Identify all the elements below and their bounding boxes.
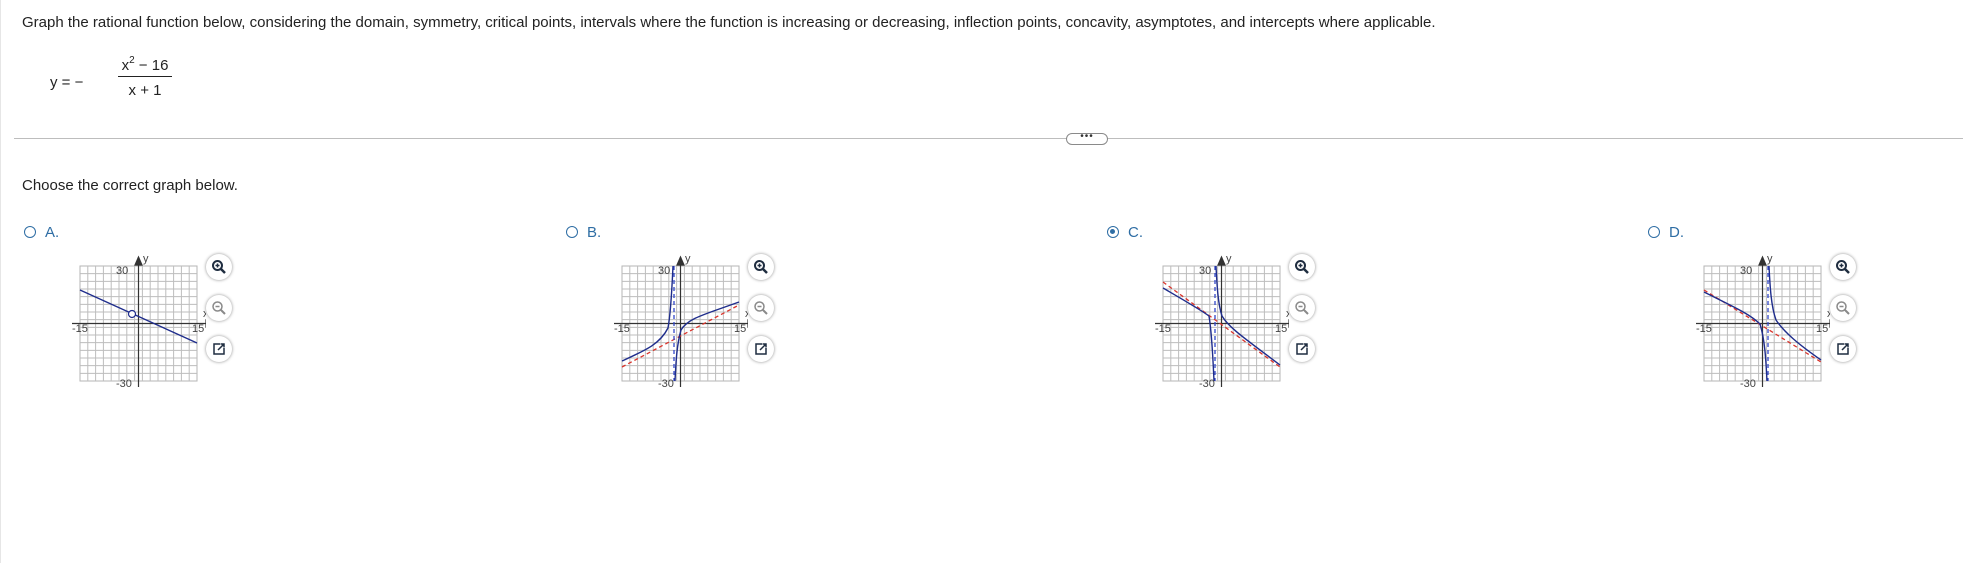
- graph-b-y-label: y: [685, 253, 691, 265]
- open-external-icon: [213, 343, 225, 355]
- graph-c-y-max: 30: [1199, 265, 1211, 277]
- zoom-out-icon: [1295, 301, 1309, 315]
- option-b-label: B.: [587, 224, 602, 241]
- fraction-bar: [118, 76, 172, 77]
- graph-c-x-min: -15: [1155, 323, 1171, 335]
- more-options-button[interactable]: •••: [1066, 132, 1108, 145]
- zoom-out-icon: [212, 301, 226, 315]
- equation-lhs: y = −: [50, 74, 84, 91]
- graph-b-y-max: 30: [658, 265, 670, 277]
- zoom-in-icon: [1295, 260, 1309, 274]
- graph-c: y x 30 -30 -15 15: [1155, 253, 1289, 390]
- option-a-radio[interactable]: [24, 226, 36, 238]
- equation-denominator: x + 1: [128, 82, 162, 99]
- option-c-zoom-out[interactable]: [1289, 295, 1315, 321]
- option-d-label: D.: [1669, 224, 1684, 241]
- graph-a-y-min: -30: [116, 378, 132, 390]
- numerator-rest: − 16: [134, 57, 169, 74]
- graph-d-x-min: -15: [1696, 323, 1712, 335]
- graph-a-x-min: -15: [72, 323, 88, 335]
- zoom-in-icon: [754, 260, 768, 274]
- open-external-icon: [1296, 343, 1308, 355]
- option-c-radio[interactable]: [1107, 226, 1119, 238]
- option-a-label: A.: [45, 224, 60, 241]
- option-b-radio[interactable]: [566, 226, 578, 238]
- zoom-in-icon: [212, 260, 226, 274]
- graph-c-y-label: y: [1226, 253, 1232, 265]
- equation-fraction: x2 − 16 x + 1: [93, 50, 197, 101]
- option-a-open[interactable]: [206, 336, 232, 362]
- numerator-base: x: [121, 57, 130, 74]
- option-a-zoom-out[interactable]: [206, 295, 232, 321]
- graph-a-y-label: y: [143, 253, 149, 265]
- option-b-open[interactable]: [748, 336, 774, 362]
- option-a-zoom-in[interactable]: [206, 254, 232, 280]
- left-border: [0, 0, 1, 563]
- equation-numerator: x2 − 16: [93, 50, 197, 74]
- open-external-icon: [1837, 343, 1849, 355]
- option-c-zoom-in[interactable]: [1289, 254, 1315, 280]
- graph-d-y-min: -30: [1740, 378, 1756, 390]
- section-divider: [14, 138, 1963, 139]
- graph-b-x-min: -15: [614, 323, 630, 335]
- option-b-zoom-out[interactable]: [748, 295, 774, 321]
- option-c-label: C.: [1128, 224, 1143, 241]
- option-d-open[interactable]: [1830, 336, 1856, 362]
- option-d-radio[interactable]: [1648, 226, 1660, 238]
- choice-prompt: Choose the correct graph below.: [22, 177, 238, 194]
- graph-c-x-max: 15: [1275, 323, 1287, 335]
- graph-a-x-max: 15: [192, 323, 204, 335]
- graph-d-x-max: 15: [1816, 323, 1828, 335]
- graph-d: y x 30 -30 -15 15: [1696, 253, 1830, 390]
- question-instructions: Graph the rational function below, consi…: [22, 14, 1436, 31]
- graph-b-x-max: 15: [734, 323, 746, 335]
- graph-a-y-max: 30: [116, 265, 128, 277]
- graph-a: y x 30 -30 -15 15: [72, 253, 206, 390]
- graph-d-y-max: 30: [1740, 265, 1752, 277]
- option-c-open[interactable]: [1289, 336, 1315, 362]
- option-d-zoom-in[interactable]: [1830, 254, 1856, 280]
- graph-d-y-label: y: [1767, 253, 1773, 265]
- graph-b: y x 30 -30 -15 15: [614, 253, 748, 390]
- graph-c-y-min: -30: [1199, 378, 1215, 390]
- option-d-zoom-out[interactable]: [1830, 295, 1856, 321]
- option-b-zoom-in[interactable]: [748, 254, 774, 280]
- zoom-in-icon: [1836, 260, 1850, 274]
- graph-b-y-min: -30: [658, 378, 674, 390]
- open-external-icon: [755, 343, 767, 355]
- zoom-out-icon: [754, 301, 768, 315]
- zoom-out-icon: [1836, 301, 1850, 315]
